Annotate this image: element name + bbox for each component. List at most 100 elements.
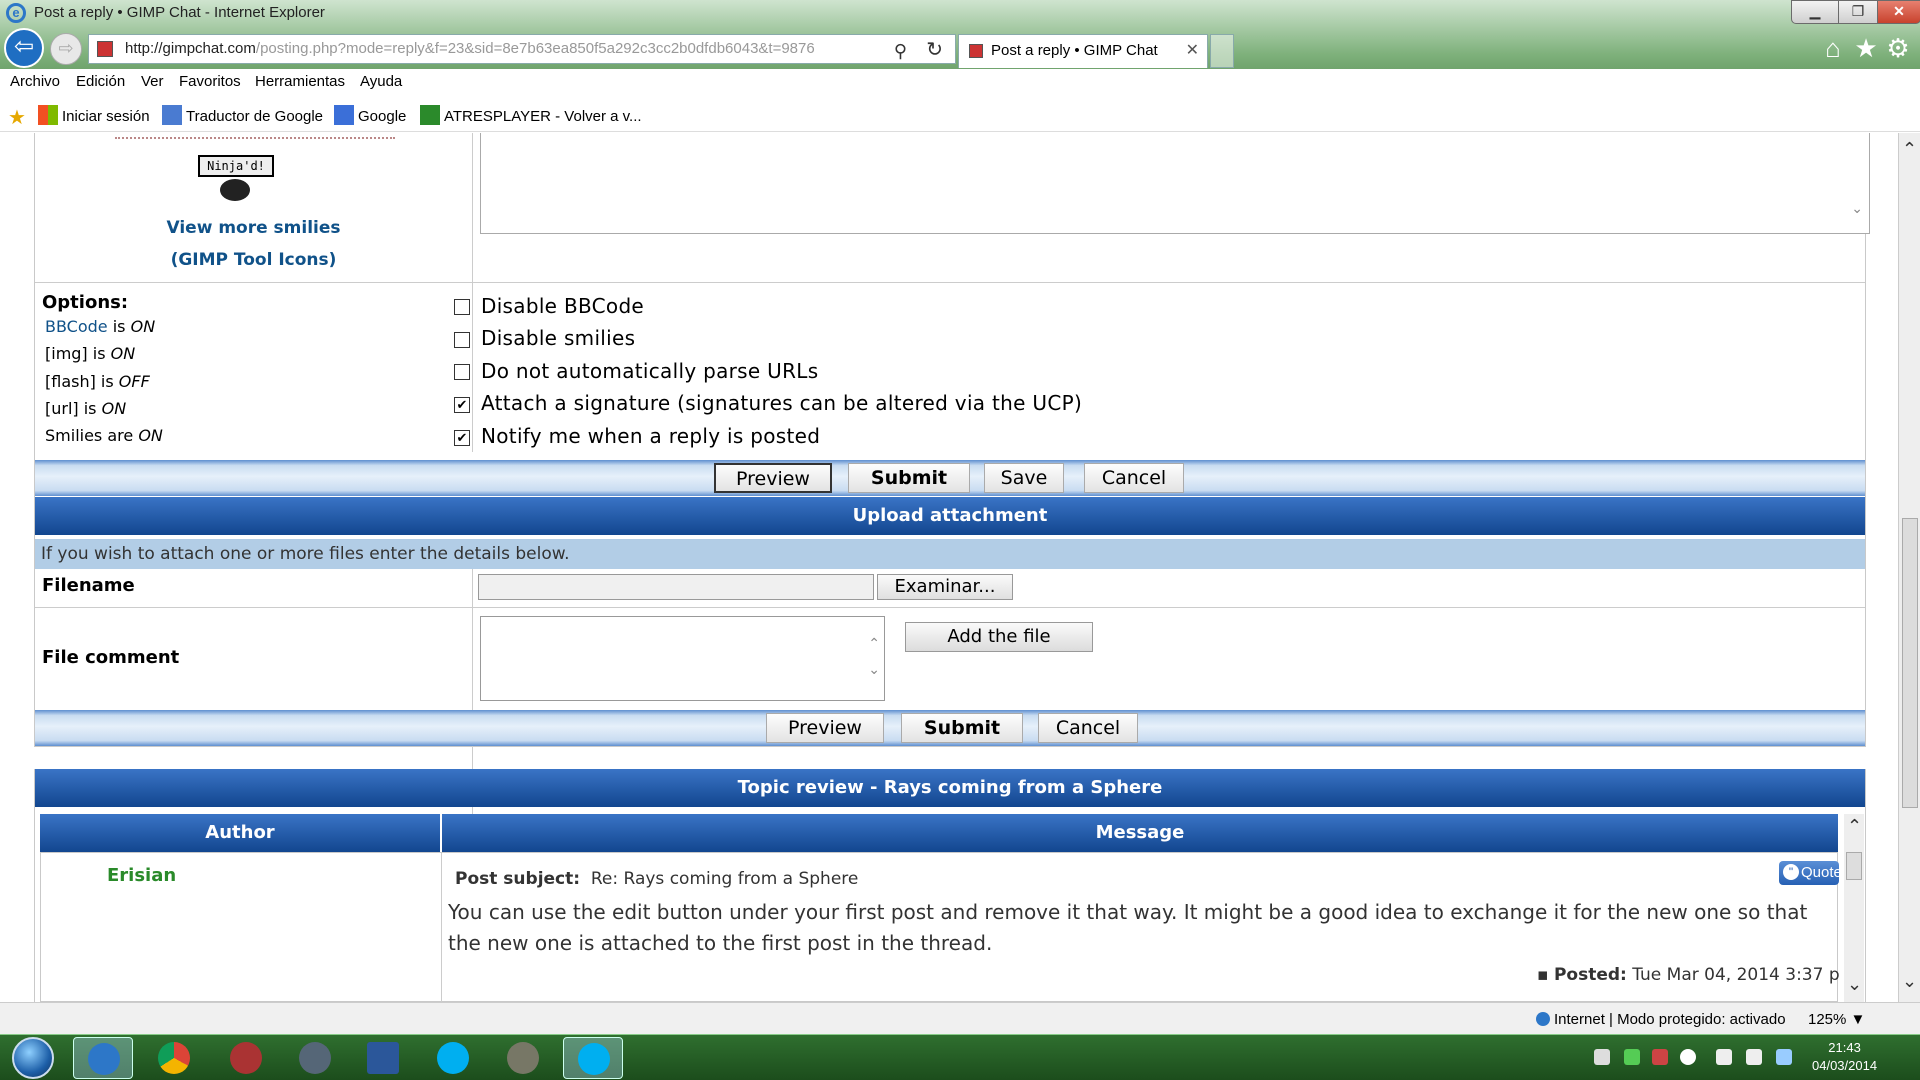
action-center-icon[interactable] [1716,1049,1732,1065]
preview-button-bottom[interactable]: Preview [766,713,884,743]
status-text: Internet | Modo protegido: activado [1536,1011,1786,1028]
gimp-taskbar-icon[interactable] [493,1037,553,1079]
close-window-button[interactable]: ✕ [1877,0,1920,24]
bbcode-link[interactable]: BBCode [45,317,108,336]
post-author[interactable]: Erisian [107,865,176,886]
app-taskbar-icon[interactable] [216,1037,276,1079]
smilies-label: Smilies are [45,426,139,445]
ninja-smiley-icon[interactable]: Ninja'd! [198,155,274,203]
zoom-level: 125% [1808,1011,1847,1028]
fav-traductor[interactable]: Traductor de Google [162,105,323,125]
tab-close-icon[interactable]: ✕ [1186,35,1199,67]
zoom-dropdown-icon[interactable]: ▼ [1851,1011,1866,1028]
file-comment-textarea[interactable]: ⌃ ⌄ [480,616,885,701]
scroll-thumb[interactable] [1902,518,1918,808]
new-tab-button[interactable] [1210,34,1234,68]
view-more-smilies-link[interactable]: View more smilies [35,218,472,238]
address-bar[interactable]: http://gimpchat.com/posting.php?mode=rep… [88,34,956,64]
notify-reply-label: Notify me when a reply is posted [481,424,821,448]
posted-date: Tue Mar 04, 2014 3:37 pm [1632,965,1839,985]
submit-button[interactable]: Submit [848,463,970,493]
scroll-down-icon[interactable]: ⌄ [868,661,880,678]
gear-icon[interactable]: ⚙ [1884,34,1912,62]
security-tray-icon[interactable] [1624,1049,1640,1065]
skype2-taskbar-icon[interactable] [563,1037,623,1079]
scroll-thumb[interactable] [1846,852,1862,880]
security-zone: Internet | Modo protegido: activado [1554,1011,1786,1028]
search-icon[interactable]: ⚲ [894,37,907,65]
star-icon[interactable]: ★ [1852,34,1880,62]
site-favicon-icon [97,41,113,57]
img-status: [img] is ON [45,344,135,363]
review-table-header: Author Message [40,814,1838,852]
fav-atresplayer[interactable]: ATRESPLAYER - Volver a v... [420,105,642,125]
notify-reply-checkbox[interactable]: ✔ [454,430,470,446]
forward-arrow-icon[interactable]: ⇨ [50,33,82,65]
cancel-button-bottom[interactable]: Cancel [1038,713,1138,743]
message-textarea[interactable]: ⌄ [480,133,1870,234]
play-icon [420,105,440,125]
preview-button[interactable]: Preview [714,463,832,493]
menu-archivo[interactable]: Archivo [10,73,60,90]
options-label: Options: [42,292,129,313]
minimize-button[interactable]: ▁ [1791,0,1839,24]
maximize-button[interactable]: ❐ [1838,0,1878,24]
zoom-control[interactable]: 125% ▼ [1808,1011,1865,1028]
back-arrow-icon[interactable]: ⇦ [4,28,44,68]
disable-bbcode-checkbox[interactable] [454,299,470,315]
home-icon[interactable]: ⌂ [1819,34,1847,62]
tab-post-a-reply[interactable]: Post a reply • GIMP Chat ✕ [958,34,1208,68]
gimp-tool-icons-link[interactable]: (GIMP Tool Icons) [35,250,472,270]
word-taskbar-icon[interactable] [353,1037,413,1079]
scroll-down-icon[interactable]: ⌄ [1902,971,1917,992]
fav-google[interactable]: Google [334,105,406,125]
refresh-icon[interactable]: ↻ [926,36,943,64]
bluetooth-tray-icon[interactable] [1776,1049,1792,1065]
ninja-head-icon [220,179,250,201]
menu-edicion[interactable]: Edición [76,73,125,90]
ie-tray-icon[interactable] [1680,1049,1696,1065]
app2-taskbar-icon[interactable] [285,1037,345,1079]
scroll-up-icon[interactable]: ⌃ [1847,816,1862,837]
add-file-button[interactable]: Add the file [905,622,1093,652]
disable-urls-checkbox[interactable] [454,364,470,380]
disable-bbcode-label: Disable BBCode [481,294,645,318]
url-path: /posting.php?mode=reply&f=23&sid=8e7b63e… [255,40,815,57]
network-tray-icon[interactable] [1652,1049,1668,1065]
volume-alert-icon[interactable] [1594,1049,1610,1065]
speaker-icon[interactable] [1746,1049,1762,1065]
scroll-down-icon[interactable]: ⌄ [1851,200,1863,217]
submit-button-bottom[interactable]: Submit [901,713,1023,743]
start-button-icon[interactable] [12,1037,54,1079]
windows-flag-icon [38,105,58,125]
save-button[interactable]: Save [984,463,1064,493]
favorites-star-icon[interactable]: ★ [8,105,30,129]
post-message: You can use the edit button under your f… [448,900,1808,955]
page-scrollbar[interactable]: ⌃ ⌄ [1898,133,1920,1002]
attach-signature-checkbox[interactable]: ✔ [454,397,470,413]
browse-button[interactable]: Examinar... [877,574,1013,600]
fav-iniciar-sesion[interactable]: Iniciar sesión [38,105,150,125]
disable-smilies-checkbox[interactable] [454,332,470,348]
menu-herramientas[interactable]: Herramientas [255,73,345,90]
scroll-up-icon[interactable]: ⌃ [1902,139,1917,160]
scroll-down-icon[interactable]: ⌄ [1847,974,1862,995]
flash-status: [flash] is OFF [45,372,150,391]
cancel-button[interactable]: Cancel [1084,463,1184,493]
clock[interactable]: 21:43 04/03/2014 [1812,1039,1877,1075]
chrome-taskbar-icon[interactable] [144,1037,204,1079]
url-state: ON [101,399,127,418]
menu-favoritos[interactable]: Favoritos [179,73,241,90]
ie-taskbar-icon[interactable] [73,1037,133,1079]
scroll-up-icon[interactable]: ⌃ [868,635,880,652]
skype-taskbar-icon[interactable] [423,1037,483,1079]
img-label: [img] is [45,344,111,363]
review-scrollbar[interactable]: ⌃ ⌄ [1844,814,1864,1002]
flash-state: OFF [118,372,150,391]
file-path-input[interactable] [478,574,874,600]
divider [35,282,1865,283]
quote-button[interactable]: " Quote [1779,861,1839,885]
menu-ver[interactable]: Ver [141,73,164,90]
menu-ayuda[interactable]: Ayuda [360,73,402,90]
img-state: ON [110,344,136,363]
